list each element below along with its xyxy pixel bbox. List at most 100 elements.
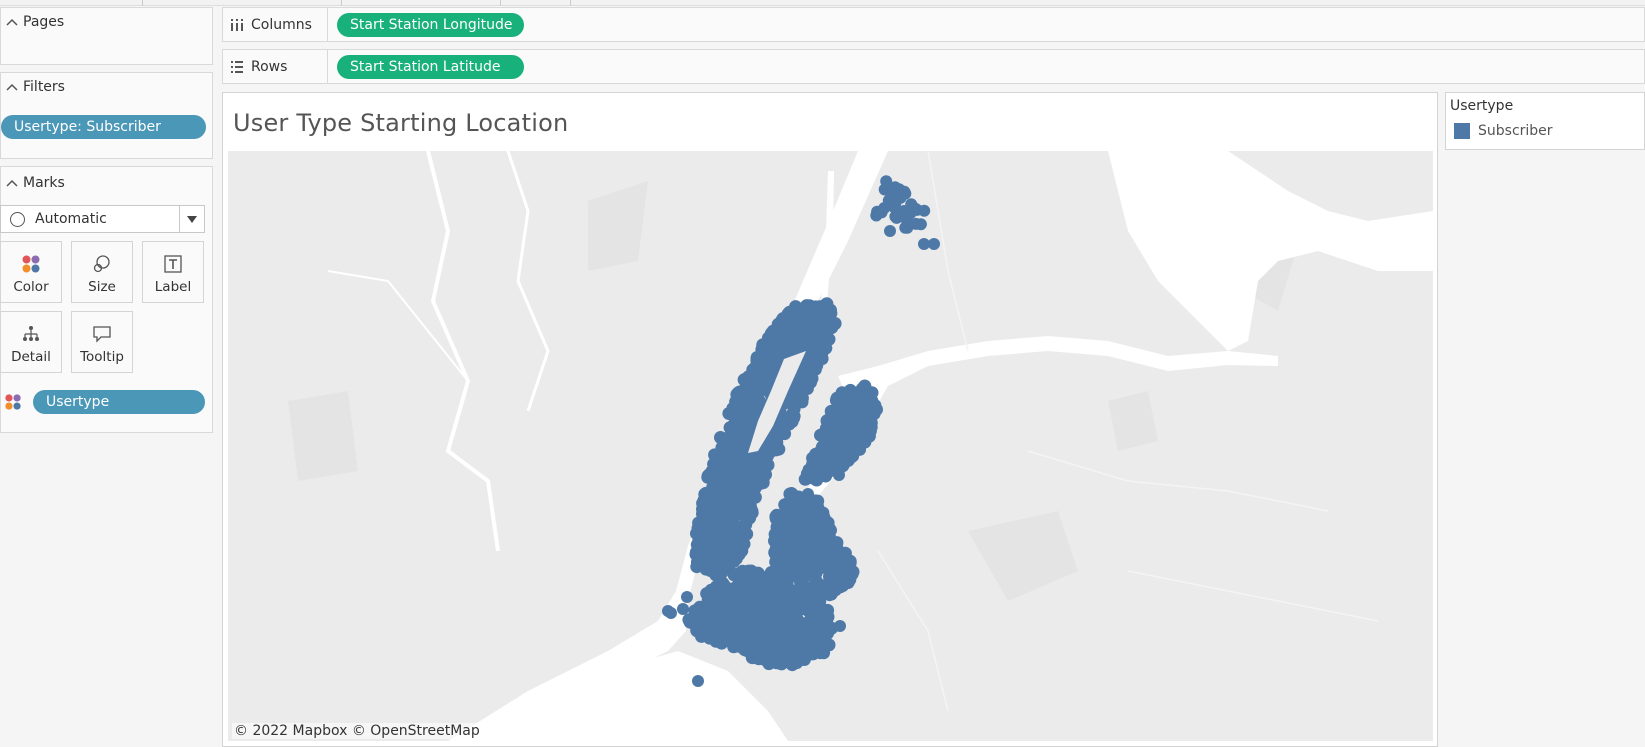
- station-point[interactable]: [791, 567, 805, 580]
- station-point[interactable]: [777, 325, 790, 338]
- station-point[interactable]: [691, 548, 705, 562]
- pages-header[interactable]: Pages: [1, 8, 64, 36]
- station-point[interactable]: [725, 406, 739, 420]
- station-point[interactable]: [898, 205, 910, 217]
- station-point[interactable]: [798, 308, 812, 322]
- station-point[interactable]: [859, 383, 873, 397]
- station-point[interactable]: [683, 615, 697, 629]
- station-point[interactable]: [791, 589, 805, 603]
- station-point[interactable]: [803, 344, 817, 358]
- station-point[interactable]: [785, 411, 799, 425]
- station-point[interactable]: [837, 570, 851, 584]
- mark-type-dropdown[interactable]: Automatic: [0, 205, 205, 233]
- station-point[interactable]: [807, 628, 821, 642]
- station-point[interactable]: [835, 553, 849, 567]
- marks-header[interactable]: Marks: [1, 169, 65, 197]
- station-point[interactable]: [817, 516, 831, 530]
- map-attribution[interactable]: © 2022 Mapbox © OpenStreetMap: [232, 723, 482, 739]
- station-point[interactable]: [677, 603, 689, 615]
- station-point[interactable]: [709, 611, 723, 625]
- station-point[interactable]: [856, 424, 870, 438]
- station-point[interactable]: [761, 595, 775, 609]
- filter-pill-usertype[interactable]: Usertype: Subscriber: [1, 115, 206, 139]
- collapse-caret-icon[interactable]: [1, 83, 23, 91]
- station-point[interactable]: [760, 358, 774, 372]
- station-point[interactable]: [719, 593, 733, 607]
- station-point[interactable]: [884, 225, 896, 237]
- station-point[interactable]: [722, 546, 736, 560]
- station-point[interactable]: [711, 505, 725, 519]
- station-point[interactable]: [797, 648, 811, 662]
- usertype-color-pill[interactable]: Usertype: [33, 390, 205, 414]
- station-point[interactable]: [774, 518, 788, 532]
- station-point[interactable]: [707, 477, 721, 491]
- station-point[interactable]: [740, 462, 754, 476]
- station-point[interactable]: [910, 217, 922, 230]
- station-point[interactable]: [798, 502, 812, 516]
- station-point[interactable]: [718, 631, 732, 645]
- tooltip-button[interactable]: Tooltip: [71, 311, 133, 373]
- size-button[interactable]: Size: [71, 241, 133, 303]
- data-marks-layer[interactable]: [228, 151, 1433, 741]
- station-point[interactable]: [875, 206, 888, 219]
- station-point[interactable]: [662, 605, 674, 617]
- legend-item-subscriber[interactable]: Subscriber: [1454, 123, 1553, 139]
- station-point[interactable]: [816, 616, 830, 630]
- station-point[interactable]: [740, 417, 754, 431]
- station-point[interactable]: [775, 313, 789, 327]
- station-point[interactable]: [761, 625, 775, 639]
- station-point[interactable]: [836, 422, 850, 436]
- station-point[interactable]: [741, 499, 755, 513]
- rows-pill-latitude[interactable]: Start Station Latitude: [337, 55, 524, 79]
- color-button[interactable]: Color: [0, 241, 62, 303]
- station-point[interactable]: [727, 607, 741, 621]
- station-point[interactable]: [815, 348, 829, 361]
- filters-header[interactable]: Filters: [1, 73, 65, 101]
- station-point[interactable]: [742, 623, 755, 637]
- station-point[interactable]: [698, 502, 712, 516]
- station-point[interactable]: [770, 568, 784, 582]
- station-point[interactable]: [770, 609, 784, 623]
- detail-button[interactable]: Detail: [0, 311, 62, 373]
- station-point[interactable]: [834, 620, 846, 632]
- station-point[interactable]: [838, 389, 852, 403]
- columns-pill-longitude[interactable]: Start Station Longitude: [337, 13, 524, 37]
- station-point[interactable]: [726, 477, 740, 491]
- station-point[interactable]: [783, 614, 797, 628]
- station-point[interactable]: [825, 404, 839, 418]
- chevron-down-icon[interactable]: [179, 206, 204, 232]
- station-point[interactable]: [816, 440, 830, 454]
- station-point[interactable]: [755, 343, 769, 356]
- station-point[interactable]: [809, 529, 823, 543]
- station-point[interactable]: [738, 519, 752, 533]
- station-point[interactable]: [788, 546, 802, 560]
- station-point[interactable]: [741, 564, 755, 578]
- station-point[interactable]: [768, 642, 782, 656]
- station-point[interactable]: [894, 191, 907, 204]
- station-point[interactable]: [800, 467, 814, 481]
- station-point[interactable]: [788, 397, 802, 411]
- station-point[interactable]: [768, 534, 781, 548]
- station-point[interactable]: [787, 490, 799, 502]
- station-point[interactable]: [711, 565, 725, 579]
- station-point[interactable]: [856, 401, 870, 415]
- station-point[interactable]: [841, 405, 855, 419]
- station-point[interactable]: [740, 379, 754, 393]
- station-point[interactable]: [712, 462, 726, 476]
- station-point[interactable]: [880, 175, 893, 188]
- station-point[interactable]: [836, 456, 850, 470]
- station-point[interactable]: [758, 572, 771, 586]
- station-point[interactable]: [720, 431, 734, 445]
- station-point[interactable]: [833, 469, 845, 481]
- label-button[interactable]: Label: [142, 241, 204, 303]
- station-point[interactable]: [707, 588, 721, 602]
- station-point[interactable]: [748, 361, 762, 375]
- station-point[interactable]: [803, 374, 817, 388]
- collapse-caret-icon[interactable]: [1, 179, 23, 187]
- station-point[interactable]: [770, 656, 783, 670]
- station-point[interactable]: [692, 675, 704, 687]
- station-point[interactable]: [808, 362, 822, 376]
- station-point[interactable]: [802, 488, 814, 500]
- station-point[interactable]: [753, 462, 767, 476]
- station-point[interactable]: [681, 591, 693, 603]
